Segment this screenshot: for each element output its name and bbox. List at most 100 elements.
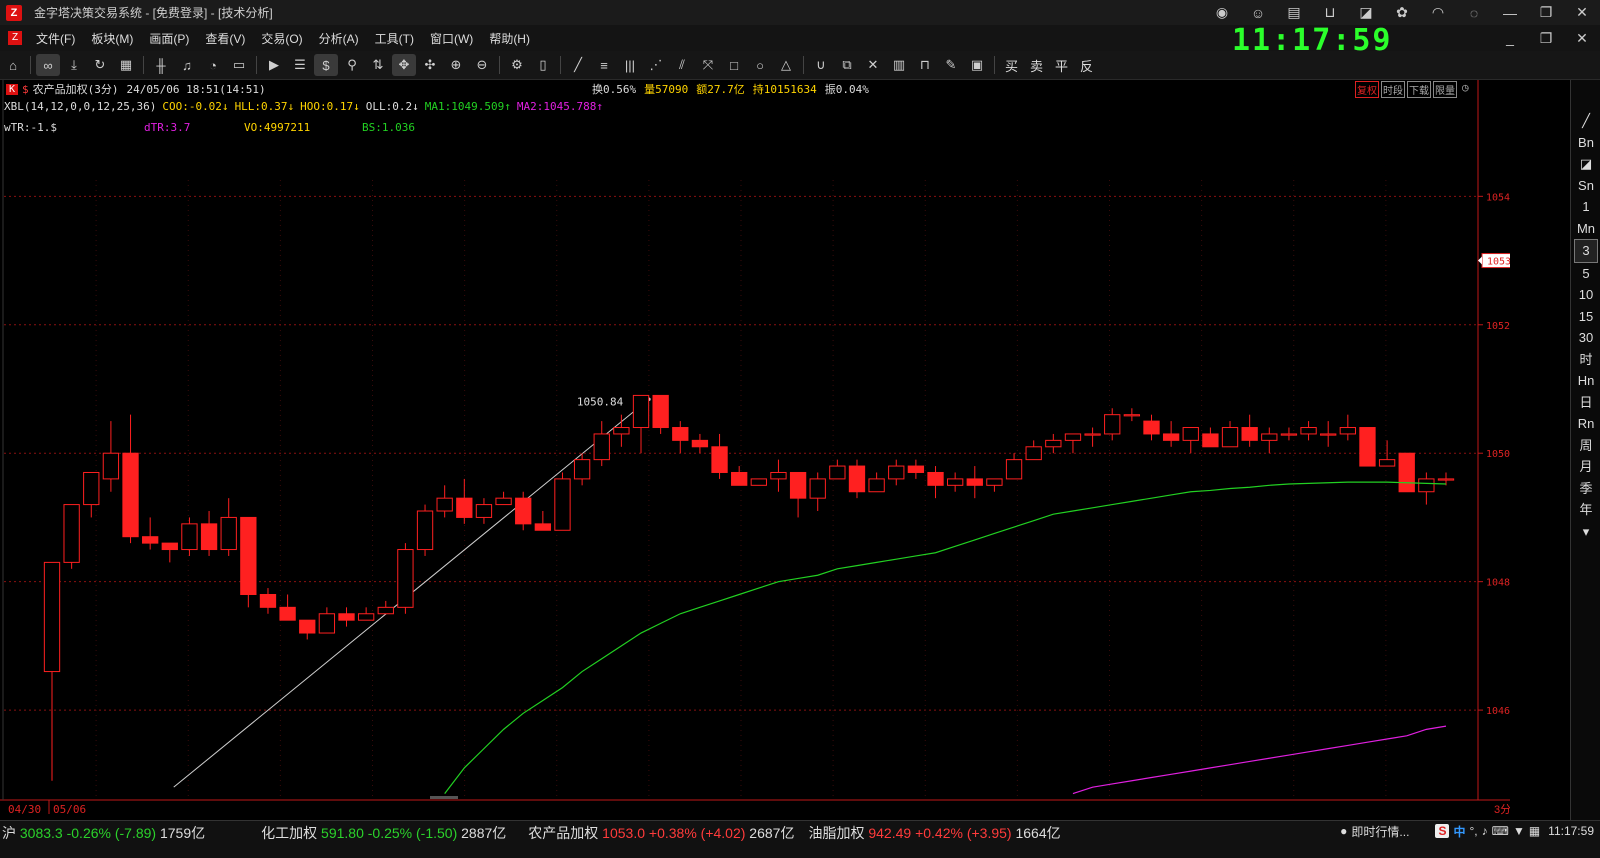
- circle-tool-icon[interactable]: ○: [748, 54, 772, 76]
- alarm-icon[interactable]: ◔: [201, 54, 225, 76]
- keyboard-icon[interactable]: ⌨: [1492, 824, 1509, 838]
- limit-button[interactable]: 限量: [1433, 80, 1457, 98]
- rss-icon[interactable]: ◉: [1204, 0, 1240, 25]
- menu-help[interactable]: 帮助(H): [489, 30, 530, 47]
- ticker-oil[interactable]: 油脂加权 942.49 +0.42% (+3.95) 1664亿: [808, 823, 1060, 843]
- ime-lang[interactable]: 中: [1453, 823, 1465, 840]
- fib-tool-icon[interactable]: ≡: [592, 54, 616, 76]
- ime-punct-icon[interactable]: °,: [1469, 824, 1477, 838]
- play-icon[interactable]: ▶: [262, 54, 286, 76]
- list-icon[interactable]: ☰: [288, 54, 312, 76]
- menu-file[interactable]: 文件(F): [36, 30, 75, 47]
- period-month[interactable]: 月: [1571, 456, 1600, 478]
- menu-view-screen[interactable]: 画面(P): [149, 30, 189, 47]
- menu-window[interactable]: 窗口(W): [430, 30, 473, 47]
- move-icon[interactable]: ✥: [392, 54, 416, 76]
- adjust-button[interactable]: 复权: [1355, 80, 1379, 98]
- period-hour[interactable]: 时: [1571, 349, 1600, 371]
- session-button[interactable]: 时段: [1381, 80, 1405, 98]
- triangle-tool-icon[interactable]: △: [774, 54, 798, 76]
- zoom-out-icon[interactable]: ⊖: [470, 54, 494, 76]
- compare-icon[interactable]: ⇅: [366, 54, 390, 76]
- bell-icon[interactable]: ♫: [175, 54, 199, 76]
- menu-view[interactable]: 查看(V): [205, 30, 245, 47]
- period-day[interactable]: 日: [1571, 392, 1600, 414]
- crosshair-icon[interactable]: ✣: [418, 54, 442, 76]
- grid-tray-icon[interactable]: ▦: [1529, 824, 1540, 838]
- period-sn[interactable]: Sn: [1571, 175, 1600, 197]
- refresh-icon[interactable]: ↻: [88, 54, 112, 76]
- kline-icon[interactable]: ╫: [149, 54, 173, 76]
- k-badge[interactable]: K: [6, 83, 19, 95]
- lock-icon[interactable]: ⊓: [913, 54, 937, 76]
- shirt-icon[interactable]: ▼: [1513, 824, 1525, 838]
- menu-tools[interactable]: 工具(T): [375, 30, 414, 47]
- cross-tool-icon[interactable]: ⤧: [696, 54, 720, 76]
- period-30[interactable]: 30: [1571, 327, 1600, 349]
- child-minimize-icon[interactable]: _: [1492, 26, 1528, 51]
- mouse-icon[interactable]: ▯: [531, 54, 555, 76]
- delete-icon[interactable]: ✕: [861, 54, 885, 76]
- period-icon-draw[interactable]: ╱: [1571, 110, 1600, 132]
- child-close-icon[interactable]: ✕: [1564, 26, 1600, 51]
- save-icon[interactable]: ▣: [965, 54, 989, 76]
- menu-trade[interactable]: 交易(O): [261, 30, 302, 47]
- mic-icon[interactable]: ♪: [1482, 824, 1488, 838]
- period-more-icon[interactable]: ▾: [1571, 521, 1600, 543]
- minimize-icon[interactable]: —: [1492, 0, 1528, 25]
- menu-block[interactable]: 板块(M): [91, 30, 133, 47]
- rect-tool-icon[interactable]: □: [722, 54, 746, 76]
- parallel-tool-icon[interactable]: ⫽: [670, 54, 694, 76]
- chart-icon[interactable]: ◪: [1348, 0, 1384, 25]
- settings-icon[interactable]: ✿: [1384, 0, 1420, 25]
- news-icon[interactable]: ●: [1340, 824, 1347, 838]
- period-15[interactable]: 15: [1571, 306, 1600, 328]
- close-position-button[interactable]: 平: [1055, 56, 1068, 75]
- trash-icon[interactable]: ▥: [887, 54, 911, 76]
- close-icon[interactable]: ✕: [1564, 0, 1600, 25]
- skin-icon[interactable]: ◌: [1456, 0, 1492, 25]
- reverse-button[interactable]: 反: [1080, 56, 1093, 75]
- ticker-chem[interactable]: 化工加权 591.80 -0.25% (-1.50) 2887亿: [261, 823, 506, 843]
- ticker-agri[interactable]: 农产品加权 1053.0 +0.38% (+4.02) 2687亿: [528, 823, 794, 843]
- period-season[interactable]: 季: [1571, 478, 1600, 500]
- pen-icon[interactable]: ✎: [939, 54, 963, 76]
- gear-icon[interactable]: ⚙: [505, 54, 529, 76]
- period-week[interactable]: 周: [1571, 435, 1600, 457]
- screen-icon[interactable]: ▭: [227, 54, 251, 76]
- period-chart-icon[interactable]: ◪: [1571, 153, 1600, 175]
- period-hn[interactable]: Hn: [1571, 370, 1600, 392]
- period-mn[interactable]: Mn: [1571, 218, 1600, 240]
- period-year[interactable]: 年: [1571, 499, 1600, 521]
- magnet-icon[interactable]: ∪: [809, 54, 833, 76]
- user-icon[interactable]: ☺: [1240, 0, 1276, 25]
- ime-logo-icon[interactable]: S: [1435, 824, 1450, 838]
- period-3[interactable]: 3: [1574, 239, 1598, 263]
- buy-button[interactable]: 买: [1005, 56, 1018, 75]
- link-icon[interactable]: ∞: [36, 54, 60, 76]
- copy-icon[interactable]: ⧉: [835, 54, 859, 76]
- dollar-icon[interactable]: $: [314, 54, 338, 76]
- line-tool-icon[interactable]: ╱: [566, 54, 590, 76]
- period-bn[interactable]: Bn: [1571, 132, 1600, 154]
- period-10[interactable]: 10: [1571, 284, 1600, 306]
- news-ticker[interactable]: 即时行情...: [1351, 823, 1409, 840]
- document-icon[interactable]: ▤: [1276, 0, 1312, 25]
- child-restore-icon[interactable]: ❐: [1528, 26, 1564, 51]
- home-icon[interactable]: ⌂: [1, 54, 25, 76]
- download-data-button[interactable]: 下载: [1407, 80, 1431, 98]
- sell-button[interactable]: 卖: [1030, 56, 1043, 75]
- clock-icon[interactable]: ◷: [1462, 81, 1469, 98]
- bars-tool-icon[interactable]: |||: [618, 54, 642, 76]
- headset-icon[interactable]: ◠: [1420, 0, 1456, 25]
- menu-analysis[interactable]: 分析(A): [319, 30, 359, 47]
- period-1[interactable]: 1: [1571, 196, 1600, 218]
- ticker-sh[interactable]: 沪 3083.3 -0.26% (-7.89) 1759亿: [2, 823, 205, 843]
- chart-area[interactable]: 1054.00 1052.00 1050.00 1048.00 1046.00 1053.…: [0, 80, 1539, 820]
- filter-icon[interactable]: ⚲: [340, 54, 364, 76]
- grid-icon[interactable]: ▦: [114, 54, 138, 76]
- restore-icon[interactable]: ❐: [1528, 0, 1564, 25]
- download-icon[interactable]: ⤓: [62, 54, 86, 76]
- candlestick-chart[interactable]: 1054.00 1052.00 1050.00 1048.00 1046.00 1053.…: [0, 80, 1539, 820]
- period-5[interactable]: 5: [1571, 263, 1600, 285]
